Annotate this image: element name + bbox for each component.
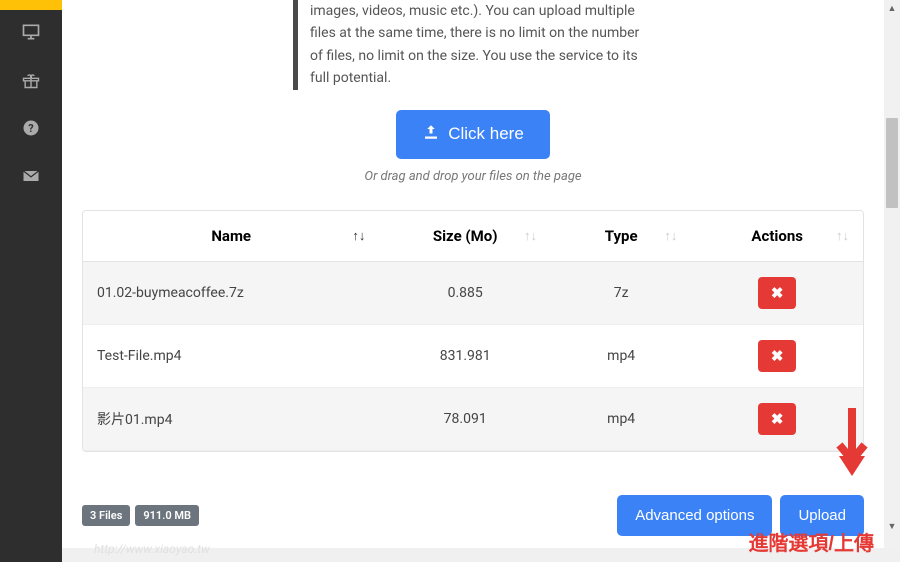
delete-button[interactable]: ✖	[758, 340, 796, 372]
sidebar-highlight	[0, 0, 62, 10]
col-type[interactable]: Type↑↓	[551, 211, 691, 262]
upload-area: Click here Or drag and drop your files o…	[62, 110, 884, 184]
delete-button[interactable]: ✖	[758, 403, 796, 435]
upload-icon	[422, 123, 440, 146]
sort-icon: ↑↓	[524, 228, 537, 244]
sidebar: ?	[0, 0, 62, 562]
sidebar-item-help[interactable]: ?	[0, 106, 62, 154]
drag-hint: Or drag and drop your files on the page	[62, 169, 884, 184]
info-text: images, videos, music etc.). You can upl…	[293, 0, 653, 90]
cell-actions: ✖	[691, 261, 863, 324]
total-size-badge: 911.0 MB	[135, 505, 199, 526]
click-here-button[interactable]: Click here	[396, 110, 550, 159]
delete-button[interactable]: ✖	[758, 277, 796, 309]
upload-button[interactable]: Upload	[780, 495, 864, 536]
sort-icon: ↑↓	[836, 228, 849, 244]
scrollbar[interactable]: ▲ ▼	[884, 0, 900, 548]
scroll-thumb[interactable]	[886, 118, 898, 208]
sidebar-item-mail[interactable]	[0, 154, 62, 202]
col-name[interactable]: Name↑↓	[83, 211, 379, 262]
monitor-icon	[21, 22, 41, 46]
footer-bar: 3 Files 911.0 MB Advanced options Upload	[82, 495, 864, 536]
sort-icon: ↑↓	[664, 228, 677, 244]
files-table: Name↑↓ Size (Mo)↑↓ Type↑↓ Actions↑↓ 01.0…	[82, 210, 864, 452]
cell-name: 影片01.mp4	[83, 387, 379, 450]
table-row: 01.02-buymeacoffee.7z0.8857z ✖	[83, 261, 863, 324]
advanced-options-button[interactable]: Advanced options	[617, 495, 772, 536]
click-here-label: Click here	[448, 124, 524, 144]
col-size[interactable]: Size (Mo)↑↓	[379, 211, 551, 262]
col-actions[interactable]: Actions↑↓	[691, 211, 863, 262]
gift-icon	[21, 70, 41, 94]
cell-type: mp4	[551, 324, 691, 387]
table-row: Test-File.mp4831.981mp4 ✖	[83, 324, 863, 387]
svg-text:?: ?	[28, 122, 33, 135]
scroll-down-icon[interactable]: ▼	[884, 518, 900, 534]
envelope-icon	[21, 166, 41, 190]
cell-name: Test-File.mp4	[83, 324, 379, 387]
cell-actions: ✖	[691, 324, 863, 387]
cell-size: 78.091	[379, 387, 551, 450]
sort-icon: ↑↓	[352, 228, 365, 244]
files-count-badge: 3 Files	[82, 505, 130, 526]
table-row: 影片01.mp478.091mp4 ✖	[83, 387, 863, 450]
cell-name: 01.02-buymeacoffee.7z	[83, 261, 379, 324]
question-icon: ?	[21, 118, 41, 142]
sidebar-item-screen[interactable]	[0, 10, 62, 58]
cell-size: 831.981	[379, 324, 551, 387]
cell-type: mp4	[551, 387, 691, 450]
sidebar-item-gift[interactable]	[0, 58, 62, 106]
cell-size: 0.885	[379, 261, 551, 324]
main-content: images, videos, music etc.). You can upl…	[62, 0, 884, 548]
scroll-up-icon[interactable]: ▲	[884, 0, 900, 16]
cell-type: 7z	[551, 261, 691, 324]
cell-actions: ✖	[691, 387, 863, 450]
